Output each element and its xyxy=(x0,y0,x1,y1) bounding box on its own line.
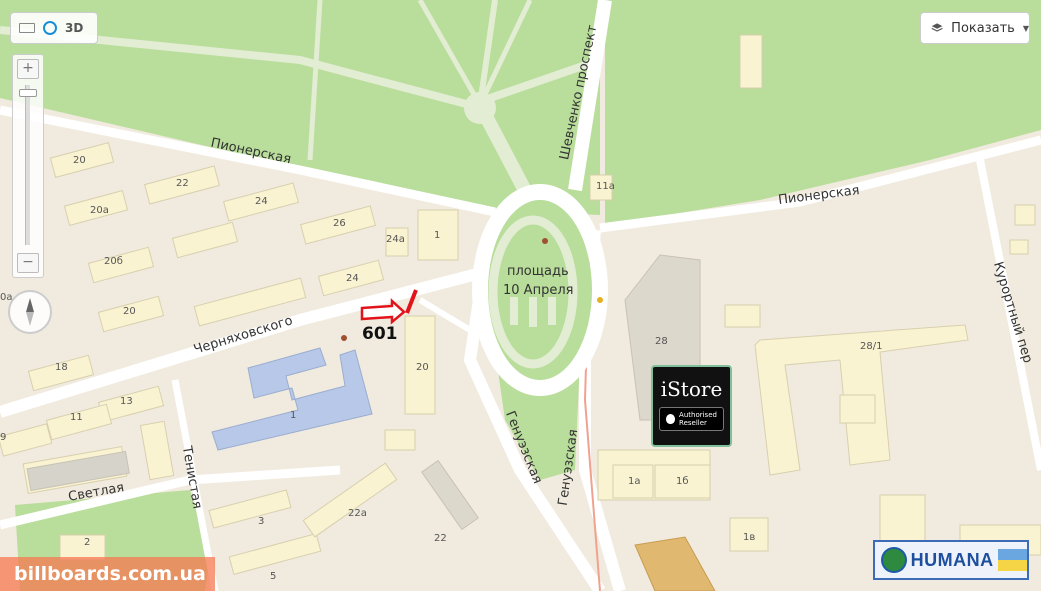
building-number: 13 xyxy=(120,396,133,407)
istore-line2: Reseller xyxy=(679,419,707,427)
compass-rotate-control[interactable] xyxy=(8,290,52,334)
building-number: 26 xyxy=(333,218,346,229)
building-number: 20 xyxy=(123,306,136,317)
square-label-line2: 10 Апреля xyxy=(503,283,574,298)
zoom-out-button[interactable]: − xyxy=(17,253,39,273)
building-number: 18 xyxy=(55,362,68,373)
apple-icon xyxy=(666,414,676,424)
building-number: 20а xyxy=(90,205,109,216)
building-number: 2 xyxy=(84,537,91,548)
istore-line1: Authorised xyxy=(679,411,717,419)
zoom-slider-track[interactable] xyxy=(25,85,30,245)
layers-icon xyxy=(931,23,943,32)
compass-icon xyxy=(26,298,34,326)
building-number: 3 xyxy=(258,516,265,527)
building-number: 11а xyxy=(596,181,615,192)
building-number: 1а xyxy=(628,476,641,487)
globe-icon xyxy=(881,547,907,573)
building-number: 22 xyxy=(434,533,447,544)
building-number: 22 xyxy=(176,178,189,189)
zoom-control: + − xyxy=(12,54,44,278)
layers-show-label: Показать xyxy=(951,20,1015,36)
zoom-in-button[interactable]: + xyxy=(17,59,39,79)
building-number: 22а xyxy=(348,508,367,519)
panorama-icon[interactable] xyxy=(43,21,57,35)
building-number: 20 xyxy=(416,362,429,373)
building-number: 1в xyxy=(743,532,756,543)
ua-flag-icon xyxy=(997,549,1027,571)
building-number: 1 xyxy=(434,230,441,241)
billboard-number: 601 xyxy=(362,324,398,344)
map-view[interactable]: Пионерская Пионерская Шевченко проспект … xyxy=(0,0,1041,591)
zoom-slider-handle[interactable] xyxy=(19,89,37,97)
layers-show-button[interactable]: Показать ▼ xyxy=(920,12,1030,44)
building-number: 28/1 xyxy=(860,341,883,352)
humana-ad-marker[interactable]: HUMANA xyxy=(873,540,1029,580)
mode-3d-button[interactable]: 3D xyxy=(65,21,83,35)
caret-down-icon: ▼ xyxy=(1022,23,1029,33)
building-number: 20б xyxy=(104,256,123,267)
building-number: 5 xyxy=(270,571,277,582)
building-number: 1б xyxy=(676,476,689,487)
building-number: 11 xyxy=(70,412,83,423)
map-mode-controls: 3D xyxy=(10,12,98,44)
building-number: 24а xyxy=(386,234,405,245)
building-number: 1 xyxy=(290,410,297,421)
humana-label: HUMANA xyxy=(910,549,994,570)
watermark: billboards.com.ua xyxy=(0,557,215,591)
square-label-line1: площадь xyxy=(507,264,569,279)
building-number: 28 xyxy=(655,336,668,347)
building-number: 9 xyxy=(0,432,7,443)
building-number: 24 xyxy=(346,273,359,284)
building-number: 20 xyxy=(73,155,86,166)
istore-title: iStore xyxy=(660,377,723,401)
building-number: 24 xyxy=(255,196,268,207)
ruler-icon[interactable] xyxy=(19,23,35,33)
istore-ad-marker[interactable]: iStore Authorised Reseller xyxy=(651,365,732,447)
